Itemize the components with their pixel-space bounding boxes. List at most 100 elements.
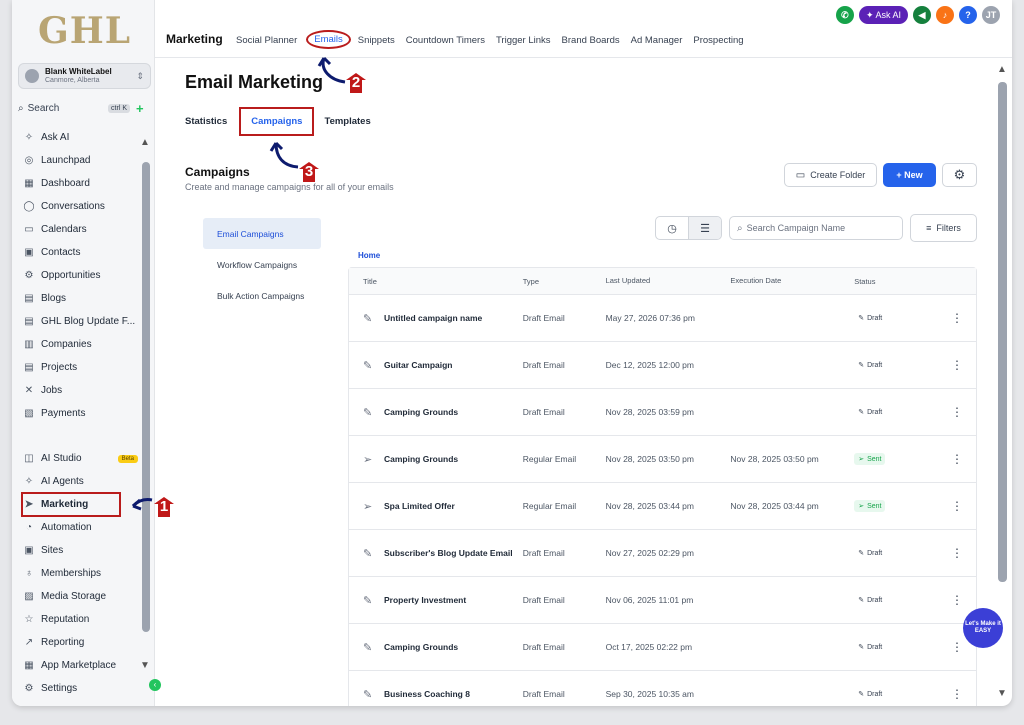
list-view-icon[interactable]: ☰ (688, 217, 721, 239)
campaign-title[interactable]: Camping Grounds (384, 453, 458, 465)
scroll-down-icon[interactable]: ▼ (140, 660, 150, 671)
sidebar-item-ai-studio[interactable]: ◫ AI Studio Beta (22, 447, 144, 470)
edit-icon: ✎ (858, 597, 865, 604)
sidebar-item-projects[interactable]: ▤ Projects (22, 356, 144, 379)
tab-campaigns[interactable]: Campaigns (239, 107, 315, 136)
sidebar-search[interactable]: ⌕ Search ctrl K (18, 99, 130, 117)
more-options-icon[interactable]: ⋮ (938, 499, 976, 513)
table-row[interactable]: ➢ Camping Grounds Regular Email Nov 28, 202… (349, 436, 976, 483)
sidebar-item-label: Reputation (41, 614, 90, 625)
sidebar-item-blogs[interactable]: ▤ Blogs (22, 287, 144, 310)
bell-icon[interactable]: ♪ (936, 6, 954, 24)
more-options-icon[interactable]: ⋮ (938, 405, 976, 419)
sidebar-item-opportunities[interactable]: ⚙ Opportunities (22, 264, 144, 287)
sidebar-item-ghl-blog-update-f[interactable]: ▤ GHL Blog Update F... (22, 310, 144, 333)
tab-social-planner[interactable]: Social Planner (236, 35, 297, 49)
sidebar-item-ask-ai[interactable]: ✧ Ask AI (22, 126, 144, 149)
campaign-last-updated: Nov 28, 2025 03:44 pm (605, 501, 694, 511)
table-row[interactable]: ➢ Spa Limited Offer Regular Email Nov 28, 2… (349, 483, 976, 530)
table-row[interactable]: ✎ Guitar Campaign Draft Email Dec 12, 2025 … (349, 342, 976, 389)
more-options-icon[interactable]: ⋮ (938, 593, 976, 607)
menu-email-campaigns[interactable]: Email Campaigns (203, 218, 321, 249)
column-type: Type (522, 276, 539, 286)
breadcrumb[interactable]: Home (358, 251, 380, 260)
campaign-title[interactable]: Spa Limited Offer (384, 500, 455, 512)
sidebar-item-ai-agents[interactable]: ✧ AI Agents (22, 470, 144, 493)
table-header: Title Type Last Updated Execution Date S… (349, 268, 976, 295)
scroll-up-icon[interactable]: ▲ (140, 137, 150, 148)
sidebar-item-media-storage[interactable]: ▨ Media Storage (22, 585, 144, 608)
sidebar-item-contacts[interactable]: ▣ Contacts (22, 241, 144, 264)
sidebar-item-reporting[interactable]: ↗ Reporting (22, 631, 144, 654)
sidebar-item-marketing[interactable]: ➤ Marketing (21, 492, 121, 517)
sidebar-item-app-marketplace[interactable]: ▦ App Marketplace (22, 654, 144, 677)
table-row[interactable]: ✎ Untitled campaign name Draft Email May 27… (349, 295, 976, 342)
tab-trigger-links[interactable]: Trigger Links (496, 35, 551, 49)
tab-statistics[interactable]: Statistics (185, 116, 227, 136)
sidebar-item-payments[interactable]: ▧ Payments (22, 402, 144, 425)
campaign-title[interactable]: Untitled campaign name (384, 312, 482, 324)
menu-bulk-action-campaigns[interactable]: Bulk Action Campaigns (203, 280, 321, 311)
main-scrollbar[interactable] (998, 82, 1007, 582)
ask-ai-button[interactable]: ✦ Ask AI (858, 6, 908, 24)
more-options-icon[interactable]: ⋮ (938, 687, 976, 701)
help-icon[interactable]: ? (959, 6, 977, 24)
help-widget-button[interactable]: Let's Make it EASY (963, 608, 1003, 648)
create-folder-button[interactable]: ▭ Create Folder (784, 163, 877, 187)
more-options-icon[interactable]: ⋮ (938, 358, 976, 372)
tab-templates[interactable]: Templates (324, 116, 370, 136)
tab-countdown-timers[interactable]: Countdown Timers (406, 35, 485, 49)
sidebar-item-jobs[interactable]: ✕ Jobs (22, 379, 144, 402)
sidebar-item-launchpad[interactable]: ◎ Launchpad (22, 149, 144, 172)
megaphone-icon[interactable]: ◀ (913, 6, 931, 24)
campaign-title[interactable]: Subscriber's Blog Update Email (384, 547, 513, 559)
sidebar-item-dashboard[interactable]: ▦ Dashboard (22, 172, 144, 195)
edit-icon: ✎ (858, 550, 865, 557)
tab-brand-boards[interactable]: Brand Boards (562, 35, 620, 49)
clock-icon[interactable]: ◷ (656, 217, 688, 239)
user-avatar[interactable]: JT (982, 6, 1000, 24)
table-row[interactable]: ✎ Property Investment Draft Email Nov 06, 2… (349, 577, 976, 624)
more-options-icon[interactable]: ⋮ (938, 311, 976, 325)
sidebar-item-reputation[interactable]: ☆ Reputation (22, 608, 144, 631)
tab-ad-manager[interactable]: Ad Manager (631, 35, 683, 49)
status-badge: ✎ Draft (854, 406, 886, 418)
more-options-icon[interactable]: ⋮ (938, 452, 976, 466)
account-switcher[interactable]: Blank WhiteLabel Canmore, Alberta ⇕ (18, 63, 151, 89)
tab-snippets[interactable]: Snippets (358, 35, 395, 49)
filters-button[interactable]: ≡ Filters (910, 214, 977, 242)
table-row[interactable]: ✎ Business Coaching 8 Draft Email Sep 30, 2… (349, 671, 976, 706)
more-options-icon[interactable]: ⋮ (938, 546, 976, 560)
quick-add-icon[interactable]: + (136, 101, 144, 116)
campaign-title[interactable]: Guitar Campaign (384, 359, 452, 371)
tab-emails[interactable]: Emails (306, 30, 351, 49)
table-row[interactable]: ✎ Camping Grounds Draft Email Oct 17, 2025 … (349, 624, 976, 671)
sidebar-item-calendars[interactable]: ▭ Calendars (22, 218, 144, 241)
campaign-search-input[interactable] (746, 223, 892, 233)
main-scroll-down-icon[interactable]: ▼ (997, 688, 1007, 699)
campaign-title[interactable]: Business Coaching 8 (384, 688, 470, 700)
campaign-type: Regular Email (522, 501, 577, 511)
menu-workflow-campaigns[interactable]: Workflow Campaigns (203, 249, 321, 280)
sidebar-item-automation[interactable]: ◔ Automation (22, 516, 144, 539)
phone-icon[interactable]: ✆ (835, 6, 854, 24)
top-icons: ✆ ✦ Ask AI ◀ ♪ ? JT (831, 6, 1000, 24)
campaign-title[interactable]: Property Investment (384, 594, 466, 606)
sidebar-item-conversations[interactable]: ◯ Conversations (22, 195, 144, 218)
table-row[interactable]: ✎ Subscriber's Blog Update Email Draft Ema… (349, 530, 976, 577)
sidebar-scrollbar[interactable] (142, 162, 150, 632)
settings-button[interactable]: ⚙ (942, 163, 977, 187)
campaign-type: Draft Email (522, 689, 565, 699)
new-button[interactable]: + New (883, 163, 936, 187)
campaign-title[interactable]: Camping Grounds (384, 641, 458, 653)
column-title: Title (363, 276, 377, 286)
sidebar-item-memberships[interactable]: ♁ Memberships (22, 562, 144, 585)
main-scroll-up-icon[interactable]: ▲ (997, 64, 1007, 75)
campaign-search[interactable]: ⌕ (729, 216, 903, 240)
table-row[interactable]: ✎ Camping Grounds Draft Email Nov 28, 2025 … (349, 389, 976, 436)
sidebar-item-settings[interactable]: ⚙ Settings (22, 677, 144, 700)
tab-prospecting[interactable]: Prospecting (693, 35, 743, 49)
sidebar-item-sites[interactable]: ▣ Sites (22, 539, 144, 562)
campaign-title[interactable]: Camping Grounds (384, 406, 458, 418)
sidebar-item-companies[interactable]: ▥ Companies (22, 333, 144, 356)
